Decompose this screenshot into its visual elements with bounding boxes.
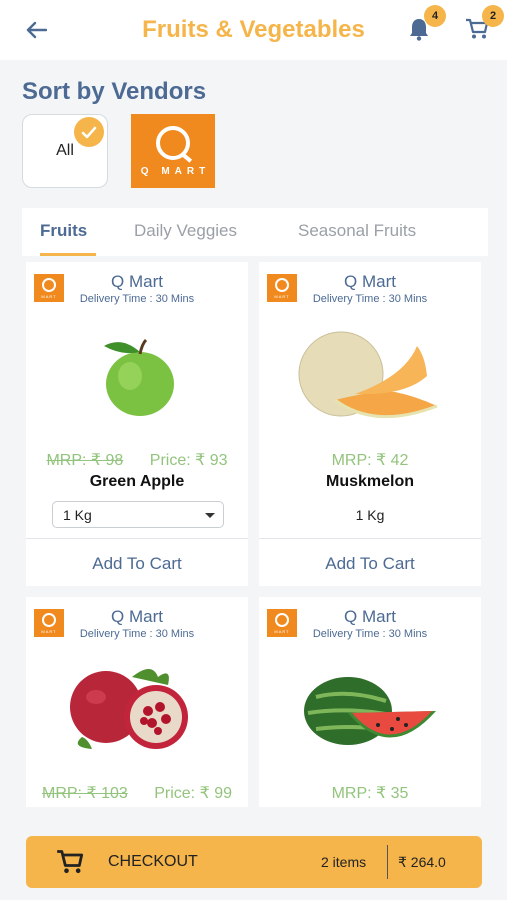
cart-item-count: 2 items <box>321 854 367 870</box>
divider <box>387 845 388 879</box>
divider <box>26 538 248 539</box>
active-tab-indicator <box>40 253 96 256</box>
vendor-name: Q Mart <box>344 272 396 291</box>
app-header: Fruits & Vegetables 4 2 <box>0 0 507 60</box>
product-card: MART Q Mart Delivery Time : 30 Mins MRP:… <box>259 597 481 807</box>
cart-badge: 2 <box>482 5 504 27</box>
checkmark-icon <box>74 117 104 147</box>
vendor-name: Q Mart <box>111 607 163 626</box>
qmart-logo-text: Q MART <box>140 165 211 177</box>
checkout-label: CHECKOUT <box>108 853 198 870</box>
caret-down-icon <box>205 513 215 518</box>
tab-daily-veggies[interactable]: Daily Veggies <box>134 221 237 241</box>
delivery-time: Delivery Time : 30 Mins <box>79 628 195 640</box>
price-row: MRP: ₹ 42 <box>259 450 481 470</box>
tab-seasonal-fruits[interactable]: Seasonal Fruits <box>298 221 416 241</box>
delivery-time: Delivery Time : 30 Mins <box>79 293 195 305</box>
mrp: MRP: ₹ 98 <box>46 452 124 469</box>
product-name: Muskmelon <box>325 473 414 490</box>
vendor-filter-qmart[interactable]: Q MART <box>131 114 215 188</box>
vendor-name: Q Mart <box>111 272 163 291</box>
cart-total: ₹ 264.0 <box>398 854 446 870</box>
tab-fruits[interactable]: Fruits <box>40 221 87 241</box>
notifications-button[interactable]: 4 <box>404 5 446 44</box>
price-row: MRP: ₹ 103 Price: ₹ 99 <box>26 783 248 803</box>
watermelon-image <box>304 677 436 745</box>
delivery-time: Delivery Time : 30 Mins <box>312 628 428 640</box>
pomegranate-image <box>70 669 188 749</box>
product-card: MART Q Mart Delivery Time : 30 Mins MRP:… <box>26 597 248 807</box>
notification-badge: 4 <box>424 5 446 27</box>
price-row: MRP: ₹ 98 Price: ₹ 93 <box>26 450 248 470</box>
mrp: MRP: ₹ 103 <box>42 785 128 802</box>
category-tabs: Fruits Daily Veggies Seasonal Fruits <box>22 208 488 256</box>
quantity-select[interactable]: 1 Kg <box>52 501 224 528</box>
product-card: MART Q Mart Delivery Time : 30 Mins MRP:… <box>259 262 481 586</box>
price: Price: ₹ 99 <box>154 785 232 802</box>
divider <box>259 538 481 539</box>
add-to-cart-button[interactable]: Add To Cart <box>26 554 248 574</box>
delivery-time: Delivery Time : 30 Mins <box>312 293 428 305</box>
cart-icon <box>57 850 84 874</box>
price-row: MRP: ₹ 35 <box>259 783 481 803</box>
quantity-value: 1 Kg <box>63 507 92 523</box>
price: Price: ₹ 93 <box>149 452 228 469</box>
quantity-value: 1 Kg <box>355 507 385 523</box>
vendor-filter-label: All <box>56 142 74 159</box>
product-name: Green Apple <box>89 473 185 490</box>
add-to-cart-button[interactable]: Add To Cart <box>259 554 481 574</box>
vendor-name: Q Mart <box>344 607 396 626</box>
checkout-button[interactable]: CHECKOUT 2 items ₹ 264.0 <box>26 836 482 888</box>
sort-by-vendors-heading: Sort by Vendors <box>22 78 207 105</box>
qmart-logo-icon <box>156 125 190 160</box>
mrp: MRP: ₹ 42 <box>331 452 409 469</box>
muskmelon-image <box>298 331 438 419</box>
cart-button[interactable]: 2 <box>462 5 504 44</box>
green-apple-image <box>104 338 174 416</box>
mrp: MRP: ₹ 35 <box>331 785 409 802</box>
product-card: MART Q Mart Delivery Time : 30 Mins MRP:… <box>26 262 248 586</box>
